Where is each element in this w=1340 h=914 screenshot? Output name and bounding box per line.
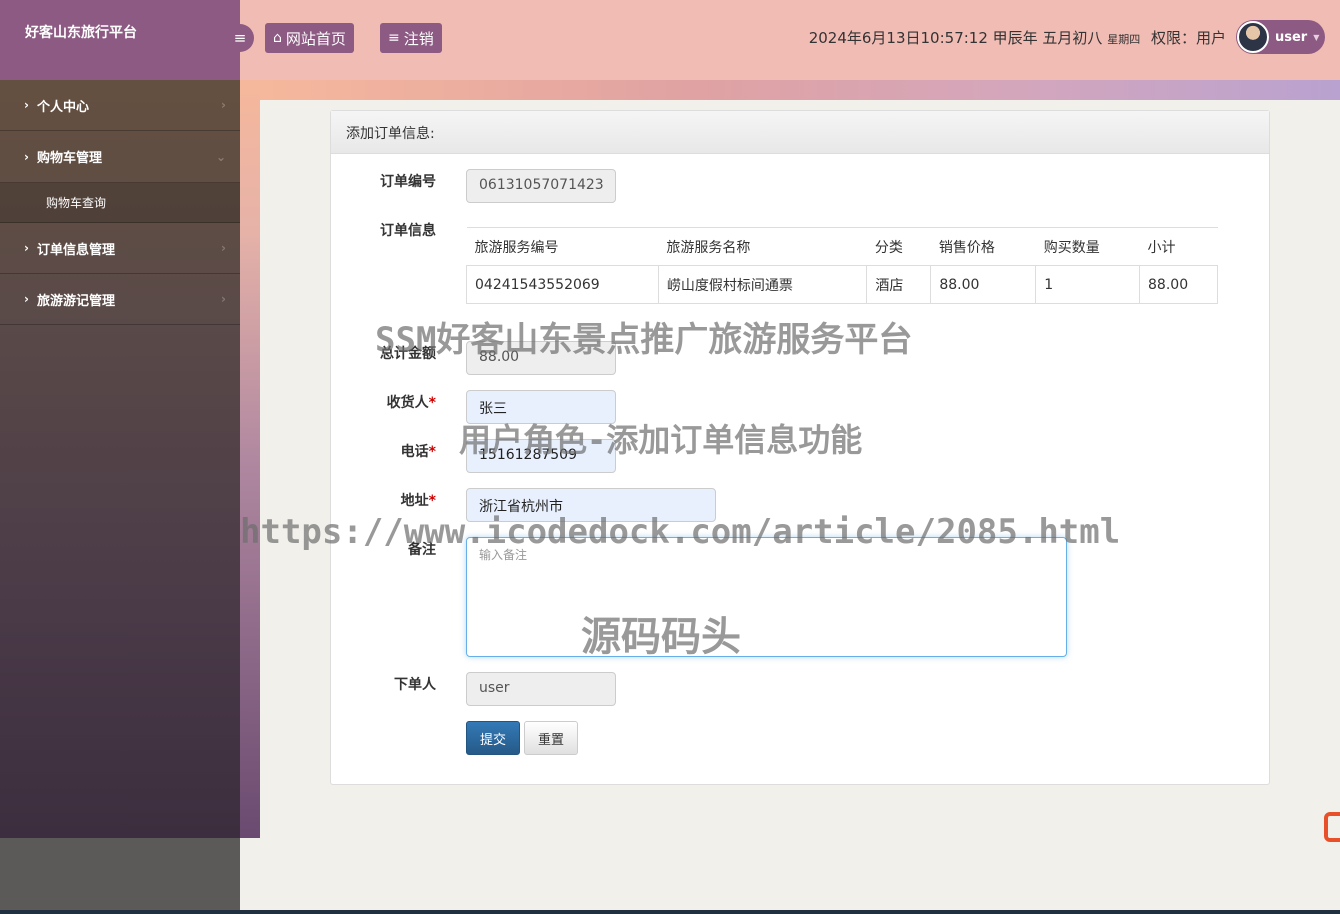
chevron-right-icon: ›	[221, 98, 226, 112]
watermark-url: https://www.icodedock.com/article/2085.h…	[240, 512, 1121, 552]
order-no-field[interactable]: 06131057071423	[466, 169, 616, 203]
table-row: 04241543552069 崂山度假村标间通票 酒店 88.00 1 88.0…	[466, 265, 1218, 304]
table-cell: 崂山度假村标间通票	[657, 265, 868, 304]
sidebar-item-label: 旅游游记管理	[36, 293, 115, 309]
reset-button[interactable]: 重置	[524, 721, 578, 755]
chevron-right-icon: ›	[24, 241, 29, 255]
sidebar-item-label: 个人中心	[36, 99, 89, 115]
watermark-subtitle: 用户角色-添加订单信息功能	[459, 421, 863, 459]
sidebar-item-order-management[interactable]: › 订单信息管理 ›	[0, 223, 240, 274]
logout-button[interactable]: ≡ 注销	[380, 23, 442, 53]
username: user	[1275, 29, 1308, 45]
sidebar-edge	[240, 80, 260, 838]
list-icon: ≡	[388, 30, 400, 46]
sidebar-item-cart-management[interactable]: › 购物车管理 ⌄	[0, 131, 240, 183]
home-button[interactable]: ⌂ 网站首页	[265, 23, 354, 53]
caret-down-icon: ▼	[1313, 32, 1320, 42]
submit-button[interactable]: 提交	[466, 721, 520, 755]
address-label-text: 地址	[400, 493, 429, 509]
order-items-table: 旅游服务编号 旅游服务名称 分类 销售价格 购买数量 小计 0424154355…	[466, 227, 1218, 304]
table-header: 旅游服务名称	[658, 227, 867, 266]
table-header: 分类	[866, 227, 931, 266]
order-info-label: 订单信息	[380, 223, 436, 239]
main-content: 添加订单信息: 订单编号 06131057071423 订单信息 旅游服务编号 …	[260, 100, 1340, 914]
home-icon: ⌂	[273, 30, 282, 46]
logout-button-label: 注销	[403, 29, 434, 48]
avatar	[1237, 21, 1269, 53]
bottom-scrollbar[interactable]	[0, 910, 1340, 914]
receiver-label-text: 收货人	[386, 395, 429, 411]
sidebar-item-personal-center[interactable]: › 个人中心 ›	[0, 80, 240, 131]
sidebar-item-label: 订单信息管理	[36, 242, 115, 258]
menu-icon: ≡	[233, 29, 247, 47]
datetime-text: 2024年6月13日10:57:12 甲辰年 五月初八	[808, 29, 1103, 47]
weekday-text: 星期四	[1107, 33, 1141, 46]
table-header-row: 旅游服务编号 旅游服务名称 分类 销售价格 购买数量 小计	[466, 227, 1218, 266]
sidebar-footer	[0, 838, 240, 914]
sidebar-subitem-cart-query[interactable]: 购物车查询	[0, 183, 240, 223]
orderer-label: 下单人	[394, 677, 436, 693]
chevron-right-icon: ›	[221, 292, 226, 306]
table-cell: 1	[1035, 265, 1141, 304]
sidebar: 好客山东旅行平台 › 个人中心 › › 购物车管理 ⌄ 购物车查询 › 订单信息…	[0, 0, 240, 914]
sidebar-menu: › 个人中心 › › 购物车管理 ⌄ 购物车查询 › 订单信息管理 › › 旅游…	[0, 80, 240, 838]
top-header: ≡ ⌂ 网站首页 ≡ 注销 2024年6月13日10:57:12 甲辰年 五月初…	[226, 0, 1340, 80]
chevron-right-icon: ›	[24, 292, 29, 306]
chevron-right-icon: ›	[24, 98, 29, 112]
header-info: 2024年6月13日10:57:12 甲辰年 五月初八 星期四 权限：用户	[809, 27, 1226, 48]
table-cell: 04241543552069	[466, 265, 659, 304]
header-banner	[260, 80, 1340, 100]
sidebar-item-label: 购物车管理	[36, 151, 102, 166]
chevron-right-icon: ›	[221, 241, 226, 255]
watermark-brand: 源码码头	[581, 614, 741, 660]
table-cell: 88.00	[930, 265, 1037, 304]
table-header: 销售价格	[930, 227, 1036, 266]
sidebar-item-travel-notes[interactable]: › 旅游游记管理 ›	[0, 274, 240, 325]
table-header: 旅游服务编号	[466, 227, 659, 266]
permission-text: 权限：用户	[1150, 29, 1226, 47]
user-menu[interactable]: user ▼	[1236, 20, 1325, 54]
table-header: 购买数量	[1035, 227, 1140, 266]
watermark-title: SSM好客山东景点推广旅游服务平台	[375, 320, 913, 360]
table-cell: 88.00	[1139, 265, 1218, 304]
orderer-field[interactable]: user	[466, 672, 616, 706]
chevron-down-icon: ⌄	[215, 149, 226, 164]
table-header: 小计	[1139, 227, 1218, 266]
table-cell: 酒店	[866, 265, 932, 304]
app-title: 好客山东旅行平台	[0, 0, 240, 80]
corner-logo-icon	[1324, 812, 1340, 842]
sidebar-toggle-button[interactable]: ≡	[226, 24, 254, 52]
home-button-label: 网站首页	[285, 29, 346, 48]
phone-label: 电话*	[400, 444, 436, 460]
panel-heading: 添加订单信息:	[331, 111, 1269, 154]
address-label: 地址*	[400, 493, 436, 509]
chevron-right-icon: ›	[24, 149, 29, 164]
remark-textarea[interactable]: 输入备注	[466, 537, 1067, 657]
phone-label-text: 电话	[400, 444, 429, 460]
receiver-label: 收货人*	[386, 395, 436, 411]
order-no-label: 订单编号	[380, 174, 436, 190]
